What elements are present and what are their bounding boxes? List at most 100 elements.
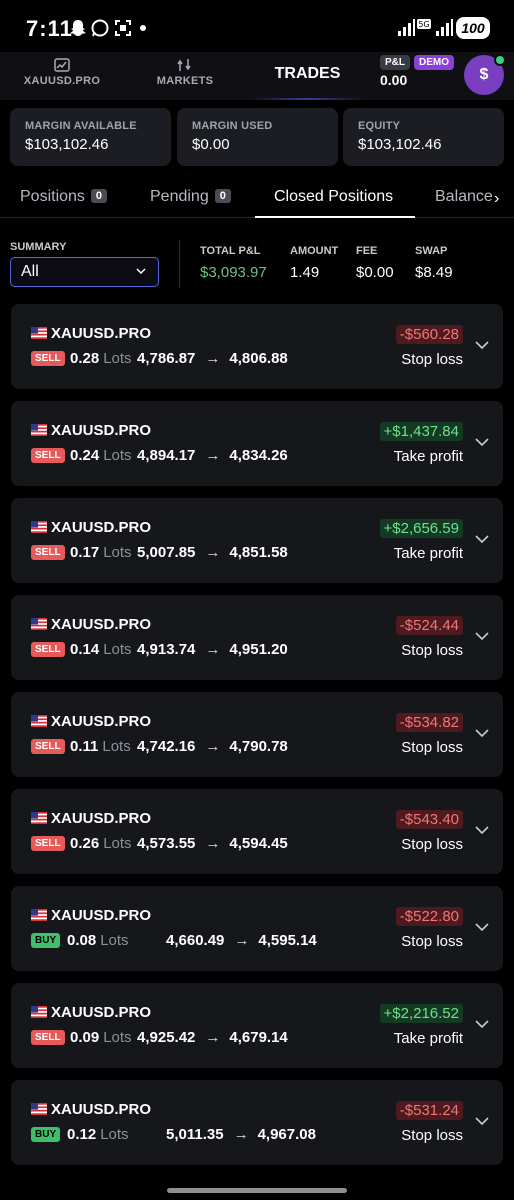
closed-trades-list: XAUUSD.PRO SELL 0.28 Lots 4,786.87 → 4,806.… — [11, 304, 503, 1177]
trade-symbol: XAUUSD.PRO — [51, 713, 152, 730]
equity-value: $103,102.46 — [358, 136, 442, 153]
trade-qty-value: 0.14 — [70, 641, 100, 658]
trade-card[interactable]: XAUUSD.PRO SELL 0.28 Lots 4,786.87 → 4,806.… — [11, 304, 503, 389]
trade-pnl: -$522.80 — [395, 907, 463, 926]
pl-value: 0.00 — [380, 72, 408, 88]
tab-pending[interactable]: Pending 0 — [150, 188, 231, 206]
chevron-down-icon[interactable] — [475, 340, 489, 350]
arrow-right-icon: → — [233, 1126, 249, 1143]
battery-icon: 100 — [456, 17, 490, 39]
swap-label: SWAP — [415, 245, 448, 257]
trade-pnl: -$524.44 — [395, 616, 463, 635]
trade-prices: 4,660.49 → 4,595.14 — [166, 932, 317, 949]
trade-pnl: -$531.24 — [395, 1101, 463, 1120]
trade-open-price: 4,894.17 — [137, 447, 196, 464]
trade-card[interactable]: XAUUSD.PRO SELL 0.26 Lots 4,573.55 → 4,594.… — [11, 789, 503, 874]
nav-markets[interactable]: MARKETS — [150, 52, 220, 100]
arrow-right-icon: → — [205, 544, 221, 561]
trade-symbol: XAUUSD.PRO — [51, 1101, 152, 1118]
summary-label: SUMMARY — [10, 241, 67, 253]
trade-lots-label: Lots — [100, 1126, 129, 1143]
trade-open-price: 5,011.35 — [166, 1126, 224, 1143]
chevron-down-icon[interactable] — [475, 1019, 489, 1029]
us-flag-icon — [31, 327, 47, 339]
svg-text:5G: 5G — [418, 20, 429, 29]
trade-card[interactable]: XAUUSD.PRO SELL 0.14 Lots 4,913.74 → 4,951.… — [11, 595, 503, 680]
trade-quantity: 0.24 Lots — [70, 447, 132, 464]
tab-pending-count: 0 — [214, 189, 231, 203]
arrow-right-icon: → — [234, 932, 250, 949]
chevron-down-icon[interactable] — [475, 922, 489, 932]
chevron-right-icon[interactable]: › — [494, 190, 499, 208]
trade-card[interactable]: XAUUSD.PRO BUY 0.12 Lots 5,011.35 → 4,967.0… — [11, 1080, 503, 1165]
chevron-down-icon[interactable] — [475, 1116, 489, 1126]
trade-prices: 4,894.17 → 4,834.26 — [137, 447, 288, 464]
trade-lots-label: Lots — [102, 738, 131, 755]
nav-active-indicator — [250, 98, 365, 100]
trade-close-price: 4,594.45 — [229, 835, 288, 852]
margin-used-label: MARGIN USED — [192, 120, 273, 132]
status-time: 7:11 — [26, 16, 73, 41]
chevron-down-icon[interactable] — [475, 728, 489, 738]
trade-lots-label: Lots — [103, 544, 132, 561]
trade-lots-label: Lots — [100, 932, 129, 949]
trade-qty-value: 0.28 — [70, 350, 100, 367]
trade-close-price: 4,595.14 — [258, 932, 317, 949]
pl-badge: P&L — [380, 55, 410, 70]
nav-symbol[interactable]: XAUUSD.PRO — [22, 52, 102, 100]
notification-dot — [140, 25, 146, 31]
trade-pnl: +$2,656.59 — [379, 519, 463, 538]
trade-card[interactable]: XAUUSD.PRO SELL 0.11 Lots 4,742.16 → 4,790.… — [11, 692, 503, 777]
trade-quantity: 0.28 Lots — [70, 350, 132, 367]
arrow-right-icon: → — [205, 1029, 221, 1046]
summary-select[interactable]: All — [10, 257, 159, 287]
tab-balance[interactable]: Balance — [435, 188, 493, 206]
trade-symbol: XAUUSD.PRO — [51, 907, 152, 924]
trade-prices: 5,007.85 → 4,851.58 — [137, 544, 288, 561]
trade-pnl: -$560.28 — [395, 325, 463, 344]
trade-quantity: 0.26 Lots — [70, 835, 132, 852]
trade-card[interactable]: XAUUSD.PRO SELL 0.17 Lots 5,007.85 → 4,851.… — [11, 498, 503, 583]
trade-lots-label: Lots — [103, 641, 132, 658]
trade-card[interactable]: XAUUSD.PRO SELL 0.24 Lots 4,894.17 → 4,834.… — [11, 401, 503, 486]
arrow-right-icon: → — [205, 641, 221, 658]
trade-close-reason: Stop loss — [401, 642, 463, 659]
trade-close-reason: Stop loss — [401, 836, 463, 853]
home-indicator — [167, 1188, 347, 1193]
tab-positions[interactable]: Positions 0 — [20, 188, 108, 206]
trade-side-badge: SELL — [31, 836, 65, 851]
trade-qty-value: 0.24 — [70, 447, 100, 464]
trade-symbol: XAUUSD.PRO — [51, 422, 152, 439]
chevron-down-icon[interactable] — [475, 631, 489, 641]
trade-symbol: XAUUSD.PRO — [51, 1004, 152, 1021]
trade-side-badge: BUY — [31, 933, 61, 948]
trade-card[interactable]: XAUUSD.PRO BUY 0.08 Lots 4,660.49 → 4,595.1… — [11, 886, 503, 971]
status-bar: 7:11 5G 100 — [0, 0, 514, 56]
trade-side-badge: SELL — [31, 351, 65, 366]
equity-label: EQUITY — [358, 120, 401, 132]
trade-prices: 4,573.55 → 4,594.45 — [137, 835, 288, 852]
trade-open-price: 4,925.42 — [137, 1029, 196, 1046]
us-flag-icon — [31, 521, 47, 533]
us-flag-icon — [31, 424, 47, 436]
trade-close-price: 4,967.08 — [257, 1126, 316, 1143]
tab-closed-positions[interactable]: Closed Positions — [274, 188, 393, 206]
chevron-down-icon[interactable] — [475, 534, 489, 544]
trade-symbol: XAUUSD.PRO — [51, 810, 152, 827]
trade-card[interactable]: XAUUSD.PRO SELL 0.09 Lots 4,925.42 → 4,679.… — [11, 983, 503, 1068]
trade-pnl: -$543.40 — [395, 810, 463, 829]
nav-trades[interactable]: TRADES — [240, 52, 375, 100]
chevron-down-icon — [136, 268, 146, 275]
chevron-down-icon[interactable] — [475, 825, 489, 835]
us-flag-icon — [31, 909, 47, 921]
chart-icon — [54, 58, 70, 72]
chevron-down-icon[interactable] — [475, 437, 489, 447]
swap-value: $8.49 — [415, 264, 453, 281]
trade-prices: 4,913.74 → 4,951.20 — [137, 641, 288, 658]
trade-lots-label: Lots — [103, 835, 132, 852]
stat-total-pl: TOTAL P&L $3,093.97 — [200, 245, 267, 281]
fee-label: FEE — [356, 245, 378, 257]
equity-card: EQUITY $103,102.46 — [343, 108, 504, 166]
trade-close-price: 4,851.58 — [229, 544, 288, 561]
trade-prices: 4,742.16 → 4,790.78 — [137, 738, 288, 755]
